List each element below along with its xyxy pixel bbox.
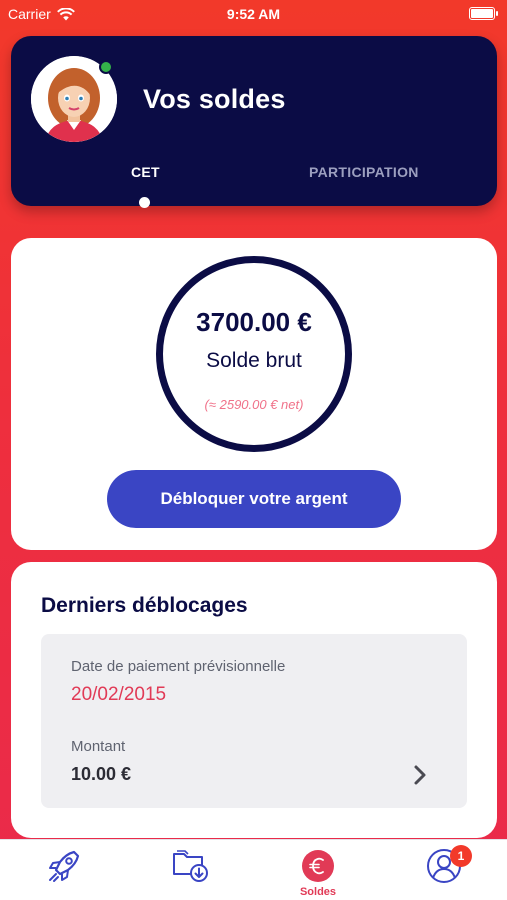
folder-download-icon [173,850,208,882]
status-time: 9:52 AM [226,6,281,22]
page-title: Vos soldes [143,84,286,114]
balance-card: 3700.00 € Solde brut (≈ 2590.00 € net) D… [11,238,497,550]
active-tab-indicator [139,197,150,208]
tabbar-label-soldes: Soldes [299,886,337,898]
online-status-dot [99,60,113,74]
euro-icon [302,850,334,882]
releases-title: Derniers déblocages [41,594,248,617]
rocket-icon [49,850,80,882]
status-bar: Carrier 9:52 AM [0,0,507,30]
payment-date: 20/02/2015 [71,684,167,705]
tabbar-item-documents[interactable] [140,840,240,900]
amount-value: 10.00 € [71,764,132,784]
battery-icon [469,7,498,20]
balance-ring: 3700.00 € Solde brut (≈ 2590.00 € net) [156,256,352,452]
releases-card: Derniers déblocages Date de paiement pré… [11,562,497,838]
tabbar-item-soldes[interactable]: Soldes [268,840,368,900]
tabbar-item-profile[interactable]: 1 [394,840,494,900]
header-card: Vos soldes CET PARTICIPATION [11,36,497,208]
tab-bar: Soldes 1 [0,839,507,900]
notification-badge: 1 [450,845,472,867]
balance-amount: 3700.00 € [196,307,312,337]
unlock-money-button[interactable]: Débloquer votre argent [107,470,401,528]
payment-date-label: Date de paiement prévisionnelle [71,658,286,675]
tabbar-item-launch[interactable] [14,840,114,900]
chevron-right-icon[interactable] [413,764,427,786]
tab-participation[interactable]: PARTICIPATION [309,164,419,180]
amount-label: Montant [71,738,126,755]
tab-cet[interactable]: CET [131,164,160,180]
release-item[interactable]: Date de paiement prévisionnelle 20/02/20… [41,634,467,808]
balance-label: Solde brut [206,349,302,372]
balance-net: (≈ 2590.00 € net) [204,397,304,412]
